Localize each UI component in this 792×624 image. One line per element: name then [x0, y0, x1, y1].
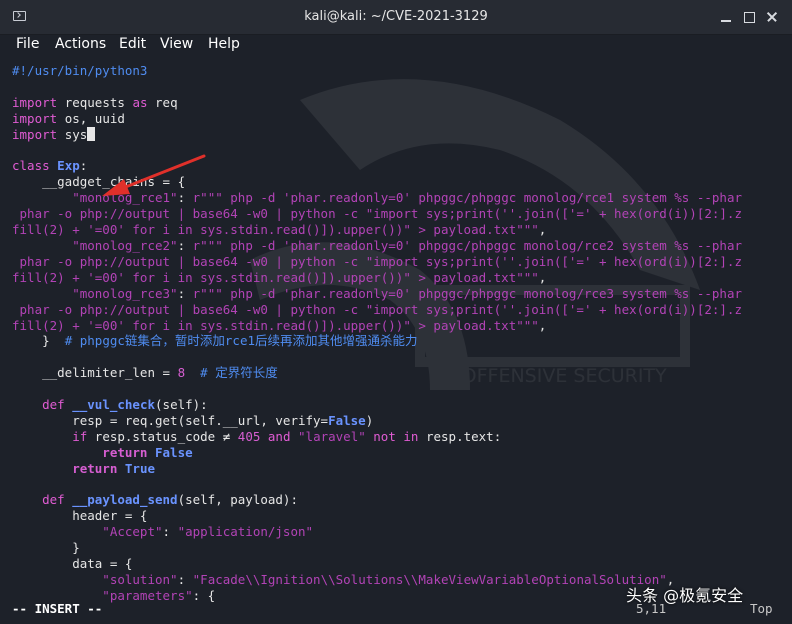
- import-keyword: import: [12, 126, 58, 142]
- gadget-chains-comment: # phpggc链集合，暂时添加rce1后续再添加其他增强通杀能力: [64, 333, 418, 349]
- header-assign: header = {: [12, 508, 148, 524]
- menu-help[interactable]: Help: [208, 36, 240, 52]
- dict-colon: :: [177, 285, 193, 301]
- code-buffer[interactable]: #!/usr/bin/python3 import requests as re…: [12, 63, 742, 604]
- import-alias: req: [155, 94, 178, 110]
- as-keyword: as: [132, 94, 148, 110]
- menu-actions[interactable]: Actions: [55, 36, 106, 52]
- menu-view[interactable]: View: [160, 36, 193, 52]
- dict-comma: ,: [538, 222, 547, 238]
- function-name-vul-check: __vul_check: [72, 397, 156, 413]
- scroll-indicator: Top: [750, 601, 773, 616]
- and-keyword: and: [260, 428, 299, 444]
- dict-key-rce3: "monolog_rce3": [12, 285, 178, 301]
- resp-text: resp.text:: [425, 428, 502, 444]
- resp-assign: resp = req.get(self.__url, verify=: [12, 412, 329, 428]
- close-icon[interactable]: [764, 9, 780, 25]
- true-constant: True: [124, 460, 155, 476]
- import-module: sys: [64, 126, 88, 142]
- delimiter-decl: __delimiter_len =: [12, 365, 178, 381]
- return-keyword: return: [12, 460, 125, 476]
- function-args: (self, payload):: [177, 492, 298, 508]
- data-assign: data = {: [12, 556, 133, 572]
- window-title: kali@kali: ~/CVE-2021-3129: [304, 9, 488, 24]
- maximize-icon[interactable]: [741, 9, 757, 25]
- vim-editor[interactable]: BY OFFENSIVE SECURITY #!/usr/bin/python3…: [0, 60, 792, 603]
- dict-colon: :: [177, 237, 193, 253]
- dict-comma: ,: [538, 317, 547, 333]
- shebang-line: #!/usr/bin/python3: [12, 63, 148, 78]
- title-bar: kali@kali: ~/CVE-2021-3129: [0, 0, 792, 35]
- not-in-keyword: not in: [365, 428, 426, 444]
- solution-value: "Facade\\Ignition\\Solutions\\MakeViewVa…: [192, 572, 667, 587]
- resp-close-paren: ): [365, 412, 374, 428]
- menu-bar: File Actions Edit View Help: [0, 35, 792, 57]
- laravel-string: "laravel": [298, 428, 366, 444]
- if-condition: resp.status_code ≠: [94, 428, 238, 444]
- source-watermark: 头条 @极氪安全: [626, 586, 744, 605]
- menu-edit[interactable]: Edit: [119, 36, 146, 52]
- mode-indicator: -- INSERT --: [12, 601, 103, 616]
- dict-comma: ,: [538, 269, 547, 285]
- dict-close: }: [12, 333, 65, 349]
- import-keyword: import: [12, 94, 58, 110]
- class-keyword: class: [12, 158, 50, 174]
- text-cursor: [87, 126, 96, 141]
- return-keyword: return: [12, 444, 155, 460]
- delimiter-value: 8: [177, 365, 186, 381]
- delimiter-comment: # 定界符长度: [185, 365, 278, 381]
- function-name-payload-send: __payload_send: [72, 492, 178, 508]
- accept-key: "Accept": [12, 524, 163, 540]
- dict-colon: :: [177, 572, 193, 587]
- def-keyword: def: [12, 397, 73, 413]
- header-close: }: [12, 540, 80, 556]
- false-constant: False: [328, 412, 366, 428]
- def-keyword: def: [12, 492, 73, 508]
- if-keyword: if: [12, 428, 95, 444]
- false-constant: False: [155, 444, 193, 460]
- class-name: Exp: [57, 158, 80, 174]
- red-arrow-icon: [102, 154, 206, 196]
- status-code-number: 405: [237, 428, 261, 444]
- solution-key: "solution": [12, 572, 178, 587]
- minimize-icon[interactable]: [718, 9, 734, 25]
- import-module: os, uuid: [64, 110, 125, 126]
- import-keyword: import: [12, 110, 58, 126]
- import-module: requests: [64, 94, 125, 110]
- accept-value: "application/json": [177, 524, 314, 540]
- function-args: (self):: [155, 397, 208, 413]
- class-colon: :: [79, 158, 88, 174]
- dict-key-rce2: "monolog_rce2": [12, 237, 178, 253]
- dict-colon: :: [162, 524, 178, 540]
- menu-file[interactable]: File: [16, 36, 39, 52]
- terminal-window: kali@kali: ~/CVE-2021-3129 File Actions …: [0, 0, 792, 624]
